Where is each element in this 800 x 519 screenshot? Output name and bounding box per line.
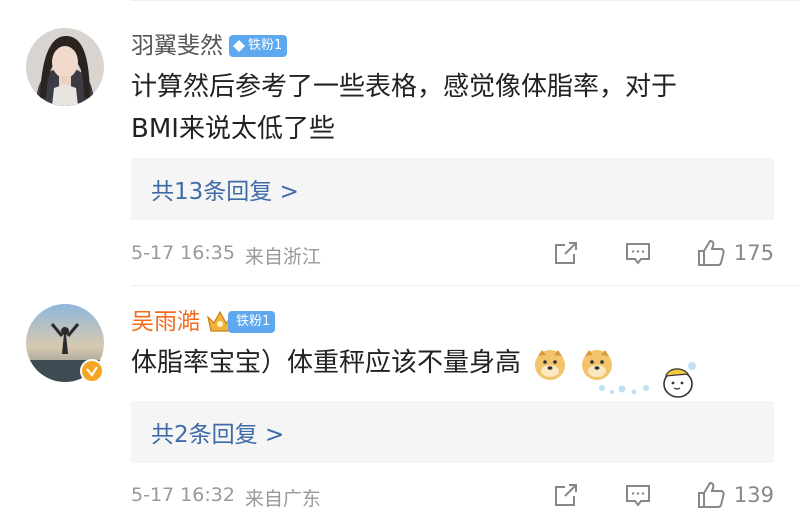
bubble-character-decoration xyxy=(599,362,696,398)
avatar[interactable] xyxy=(26,28,104,106)
comment-icon xyxy=(625,243,650,265)
comment-text-line: 体脂率宝宝）体重秤应该不量身高 xyxy=(131,348,522,378)
comment-button[interactable] xyxy=(624,239,652,267)
view-replies-button[interactable]: 共13条回复 > xyxy=(131,158,774,220)
username[interactable]: 吴雨澔 xyxy=(131,308,200,336)
like-count: 175 xyxy=(733,241,774,265)
location: 来自广东 xyxy=(244,488,321,510)
fan-badge[interactable]: 铁粉1 xyxy=(206,309,276,335)
replies-label: 共2条回复 > xyxy=(151,422,285,448)
share-button[interactable] xyxy=(552,481,580,509)
comment-divider xyxy=(131,285,800,286)
comment-icon xyxy=(625,485,650,507)
fan-badge-label: 铁粉1 xyxy=(248,38,283,53)
view-replies-button[interactable]: 共2条回复 > xyxy=(131,401,774,463)
share-icon xyxy=(554,242,577,264)
like-count: 139 xyxy=(733,483,774,507)
comment-text: 计算然后参考了一些表格，感觉像体脂率，对于 BMI来说太低了些 xyxy=(131,66,740,150)
comment-button[interactable] xyxy=(624,481,652,509)
share-icon xyxy=(554,484,577,506)
comment-text-line: 计算然后参考了一些表格，感觉像体脂率，对于 xyxy=(131,72,678,102)
fan-badge[interactable]: 铁粉1 xyxy=(229,35,288,57)
fan-badge-label: 铁粉1 xyxy=(236,314,271,329)
location: 来自浙江 xyxy=(244,246,321,268)
share-button[interactable] xyxy=(552,239,580,267)
verified-icon xyxy=(80,359,104,383)
like-icon xyxy=(697,481,725,508)
replies-label: 共13条回复 > xyxy=(151,179,299,205)
timestamp: 5-17 16:32 xyxy=(131,484,235,506)
like-icon xyxy=(697,239,725,266)
timestamp: 5-17 16:35 xyxy=(131,242,235,264)
doge-emoji xyxy=(535,349,566,380)
top-divider xyxy=(130,0,800,1)
username[interactable]: 羽翼斐然 xyxy=(131,32,223,60)
like-button[interactable]: 139 xyxy=(696,480,774,510)
diamond-icon xyxy=(233,40,245,52)
like-button[interactable]: 175 xyxy=(696,238,774,268)
comment-text-line: BMI来说太低了些 xyxy=(131,114,335,144)
